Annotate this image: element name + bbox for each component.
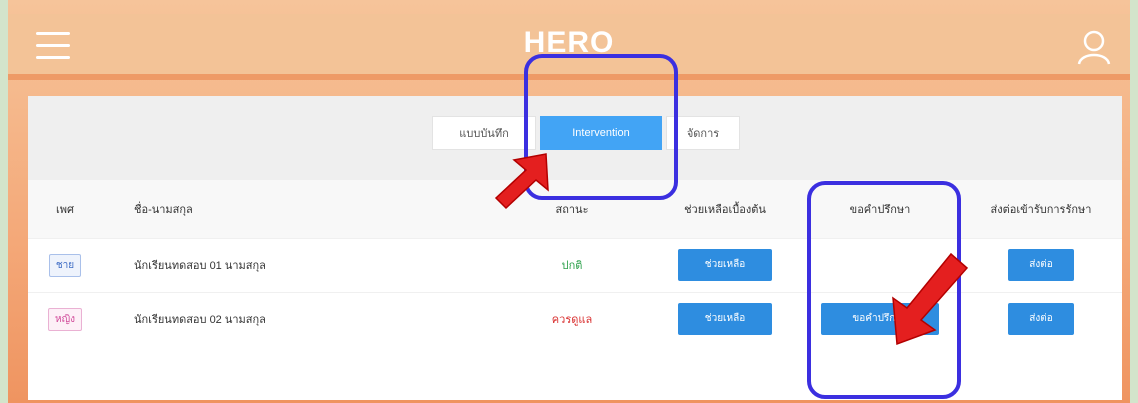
consult-cell-empty <box>800 237 960 292</box>
tab-record-form[interactable]: แบบบันทึก <box>432 116 536 150</box>
column-header-consult: ขอคำปรึกษา <box>800 180 960 238</box>
student-table: เพศ ชื่อ-นามสกุล สถานะ ช่วยเหลือเบื้องต้… <box>28 180 1122 346</box>
table-header-row: เพศ ชื่อ-นามสกุล สถานะ ช่วยเหลือเบื้องต้… <box>28 180 1122 238</box>
top-app-bar: HERO <box>8 14 1130 80</box>
table-row: ชาย นักเรียนทดสอบ 01 นามสกุล ปกติ ช่วยเห… <box>28 237 1122 292</box>
student-name: นักเรียนทดสอบ 01 นามสกุล <box>102 237 494 292</box>
column-header-sex: เพศ <box>28 180 102 238</box>
refer-button[interactable]: ส่งต่อ <box>1008 249 1074 281</box>
column-header-status: สถานะ <box>494 180 650 238</box>
sex-badge: หญิง <box>48 307 82 331</box>
column-header-name: ชื่อ-นามสกุล <box>102 180 494 238</box>
tab-intervention[interactable]: Intervention <box>540 116 662 150</box>
column-header-initial-help: ช่วยเหลือเบื้องต้น <box>650 180 800 238</box>
main-content: แบบบันทึก Intervention จัดการ เพศ ชื่อ-น… <box>28 96 1122 400</box>
tab-bar: แบบบันทึก Intervention จัดการ <box>28 96 1122 180</box>
user-icon[interactable] <box>1076 28 1112 66</box>
column-header-refer: ส่งต่อเข้ารับการรักษา <box>960 180 1122 238</box>
help-button[interactable]: ช่วยเหลือ <box>678 303 772 336</box>
student-name: นักเรียนทดสอบ 02 นามสกุล <box>102 291 494 346</box>
sex-badge: ชาย <box>48 253 82 277</box>
status-label: ปกติ <box>494 237 650 292</box>
consult-button[interactable]: ขอคำปรึกษา <box>821 303 939 336</box>
app-title: HERO <box>523 26 615 59</box>
tab-manage[interactable]: จัดการ <box>666 116 740 150</box>
help-button[interactable]: ช่วยเหลือ <box>678 249 772 281</box>
status-label: ควรดูแล <box>494 291 650 346</box>
table-row: หญิง นักเรียนทดสอบ 02 นามสกุล ควรดูแล ช่… <box>28 291 1122 346</box>
refer-button[interactable]: ส่งต่อ <box>1008 303 1074 336</box>
